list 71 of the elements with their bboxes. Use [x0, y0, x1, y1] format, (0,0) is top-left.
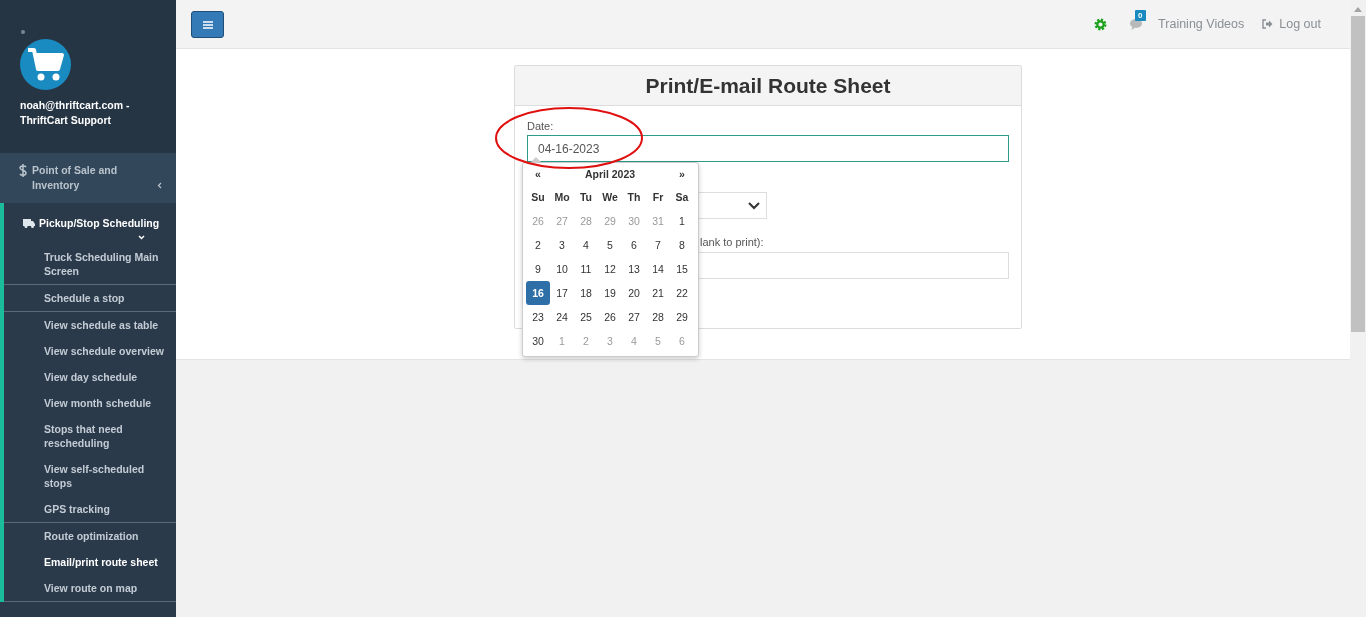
dollar-icon — [19, 164, 27, 177]
calendar-day[interactable]: 17 — [550, 281, 574, 305]
weekday-header: Tu — [579, 191, 593, 203]
calendar-day[interactable]: 2 — [526, 233, 550, 257]
date-input-field[interactable]: 04-16-2023 — [527, 135, 1009, 162]
menu-icon — [202, 20, 213, 29]
calendar-day[interactable]: 21 — [646, 281, 670, 305]
calendar-day[interactable]: 16 — [526, 281, 550, 305]
status-dot — [21, 30, 25, 34]
sidebar-link[interactable]: View schedule overview — [4, 338, 176, 364]
calendar-day[interactable]: 19 — [598, 281, 622, 305]
chevron-down-icon — [748, 201, 760, 210]
calendar-day[interactable]: 30 — [526, 329, 550, 353]
weekday-header: Mo — [554, 191, 570, 203]
weekday-header: We — [602, 191, 618, 203]
calendar-day[interactable]: 7 — [646, 233, 670, 257]
calendar-day[interactable]: 22 — [670, 281, 694, 305]
message-count-badge: 0 — [1135, 10, 1146, 21]
calendar-day[interactable]: 26 — [598, 305, 622, 329]
calendar-day[interactable]: 29 — [670, 305, 694, 329]
sidebar-link[interactable]: View month schedule — [4, 390, 176, 416]
calendar-day[interactable]: 11 — [574, 257, 598, 281]
shopping-cart-avatar-icon — [20, 39, 71, 90]
chat-bubble-icon[interactable] — [1129, 18, 1144, 31]
calendar-day[interactable]: 3 — [550, 233, 574, 257]
weekday-header: Fr — [652, 191, 664, 203]
calendar-day[interactable]: 20 — [622, 281, 646, 305]
calendar-day[interactable]: 12 — [598, 257, 622, 281]
sidebar-link[interactable]: View day schedule — [4, 364, 176, 390]
menu-button[interactable] — [191, 11, 224, 38]
sidebar-link[interactable]: View route on map — [4, 575, 176, 602]
sidebar-link[interactable]: Stops that need rescheduling — [4, 416, 176, 456]
calendar-day[interactable]: 5 — [598, 233, 622, 257]
month-title[interactable]: April 2023 — [584, 168, 636, 180]
sidebar-section[interactable]: Point of Sale and Inventory — [0, 153, 176, 203]
next-month-button[interactable]: » — [679, 168, 685, 180]
sidebar-link[interactable]: Route optimization — [4, 523, 176, 549]
calendar-day[interactable]: 25 — [574, 305, 598, 329]
field-label: lank to print): — [700, 236, 765, 248]
sidebar-link[interactable]: View self-scheduled stops — [4, 456, 176, 496]
calendar-day[interactable]: 10 — [550, 257, 574, 281]
calendar-day[interactable]: 27 — [622, 305, 646, 329]
calendar-day[interactable]: 28 — [646, 305, 670, 329]
field-label: Date: — [527, 120, 555, 132]
chevron-down-icon — [138, 235, 145, 240]
sidebar-link[interactable]: GPS tracking — [4, 496, 176, 523]
logout-icon — [1262, 19, 1274, 29]
panel-title: Print/E-mail Route Sheet — [645, 73, 891, 98]
calendar-day[interactable]: 14 — [646, 257, 670, 281]
calendar-day[interactable]: 1 — [670, 209, 694, 233]
calendar-day[interactable]: 15 — [670, 257, 694, 281]
calendar-day[interactable]: 9 — [526, 257, 550, 281]
weekday-header: Th — [627, 191, 641, 203]
calendar-day[interactable]: 6 — [622, 233, 646, 257]
weekday-header: Su — [531, 191, 545, 203]
calendar-day[interactable]: 8 — [670, 233, 694, 257]
chevron-left-icon — [157, 182, 162, 189]
sidebar-link[interactable]: Email/print route sheet — [4, 549, 176, 575]
scrollbar-thumb[interactable] — [1351, 16, 1365, 332]
previous-month-button[interactable]: « — [535, 168, 541, 180]
sidebar-link[interactable]: View schedule as table — [4, 312, 176, 338]
truck-icon — [23, 219, 35, 228]
calendar-day[interactable]: 23 — [526, 305, 550, 329]
settings-icon[interactable] — [1094, 17, 1108, 31]
weekday-header: Sa — [675, 191, 689, 203]
calendar-day[interactable]: 24 — [550, 305, 574, 329]
user-name: noah@thriftcart.com - ThriftCart Support — [20, 98, 131, 128]
scroll-up-icon[interactable] — [1354, 7, 1362, 12]
calendar-day[interactable]: 18 — [574, 281, 598, 305]
calendar-day[interactable]: 13 — [622, 257, 646, 281]
calendar-day[interactable]: 4 — [574, 233, 598, 257]
